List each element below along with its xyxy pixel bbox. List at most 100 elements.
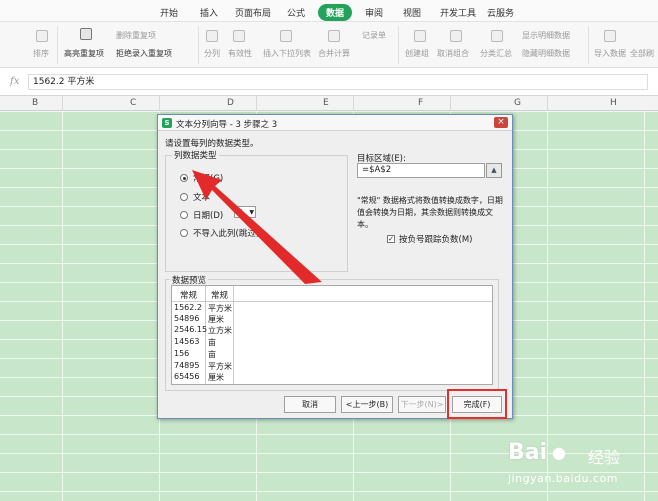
radio-general-button[interactable] xyxy=(180,174,188,182)
tab-formulas[interactable]: 公式 xyxy=(287,6,305,19)
delete-duplicates-button[interactable]: 删除重复项 xyxy=(116,30,156,41)
column-divider xyxy=(256,96,257,111)
formula-input[interactable]: 1562.2 平方米 xyxy=(28,74,648,90)
radio-text-label[interactable]: 文本 xyxy=(193,191,210,203)
radio-skip-button[interactable] xyxy=(180,229,188,237)
tab-cloud-service[interactable]: 云服务 xyxy=(487,6,514,19)
column-header-e[interactable]: E xyxy=(323,98,329,108)
cancel-button[interactable]: 取消 xyxy=(284,396,336,413)
import-data-button[interactable]: 导入数据 xyxy=(594,48,626,59)
create-group-icon xyxy=(414,30,426,42)
highlight-duplicates-icon xyxy=(80,28,92,40)
preview-row: 54896 厘米 xyxy=(172,314,232,325)
preview-row: 1562.2 平方米 xyxy=(172,303,232,314)
sort-icon xyxy=(36,30,48,42)
subtotal-icon xyxy=(491,30,503,42)
preview-cell: 平方米 xyxy=(208,362,232,371)
tab-data[interactable]: 数据 xyxy=(318,4,353,21)
sort-button[interactable]: 排序 xyxy=(33,48,49,59)
column-header-g[interactable]: G xyxy=(514,98,521,108)
target-area-input[interactable]: =$A$2 xyxy=(357,163,485,178)
radio-date[interactable]: 日期(D) xyxy=(180,209,223,221)
tab-insert[interactable]: 插入 xyxy=(200,6,218,19)
split-columns-icon xyxy=(206,30,218,42)
column-header-c[interactable]: C xyxy=(130,98,136,108)
preview-column-divider xyxy=(233,302,234,384)
tab-view[interactable]: 视图 xyxy=(403,6,421,19)
preview-row: 14563 亩 xyxy=(172,337,232,348)
formula-bar: fx 1562.2 平方米 xyxy=(0,68,658,96)
preview-header-cell[interactable]: 常规 xyxy=(180,289,197,301)
dialog-title-bar[interactable]: S 文本分列向导 - 3 步骤之 3 × xyxy=(158,115,512,131)
chevron-down-icon: ▼ xyxy=(249,209,254,216)
subtotal-button[interactable]: 分类汇总 xyxy=(480,48,512,59)
radio-date-button[interactable] xyxy=(180,211,188,219)
radio-general[interactable]: 常规(G) xyxy=(180,172,223,184)
insert-dropdown-button[interactable]: 插入下拉列表 xyxy=(263,48,311,59)
preview-cell: 立方米 xyxy=(208,326,232,335)
date-format-value: Y xyxy=(237,208,242,217)
merge-calc-button[interactable]: 合并计算 xyxy=(318,48,350,59)
highlight-duplicates-button[interactable]: 高亮重复项 xyxy=(64,48,104,59)
radio-general-label[interactable]: 常规(G) xyxy=(193,172,223,184)
close-icon[interactable]: × xyxy=(494,117,508,128)
date-format-select[interactable]: Y ▼ xyxy=(234,206,256,218)
preview-cell: 亩 xyxy=(208,338,216,347)
preview-header-cell[interactable]: 常规 xyxy=(211,289,228,301)
tab-home[interactable]: 开始 xyxy=(160,6,178,19)
tab-page-layout[interactable]: 页面布局 xyxy=(235,6,271,19)
refresh-all-button[interactable]: 全部刷 xyxy=(630,48,654,59)
split-columns-button[interactable]: 分列 xyxy=(204,48,220,59)
back-button[interactable]: <上一步(B) xyxy=(341,396,393,413)
ungroup-icon xyxy=(450,30,462,42)
preview-row: 2546.15 立方米 xyxy=(172,325,232,336)
range-select-icon[interactable]: ▲ xyxy=(486,163,502,178)
toolbar-divider xyxy=(398,26,399,64)
radio-date-label[interactable]: 日期(D) xyxy=(193,209,223,221)
data-preview-table[interactable]: 常规 常规 1562.2 平方米 54896 厘米 2546.15 立方米 14… xyxy=(171,285,493,385)
text-split-wizard-dialog: S 文本分列向导 - 3 步骤之 3 × 请设置每列的数据类型。 列数据类型 常… xyxy=(157,114,513,419)
merge-calc-icon xyxy=(328,30,340,42)
next-button[interactable]: 下一步(N)> xyxy=(398,396,446,413)
preview-cell: 54896 xyxy=(174,314,200,323)
fx-icon[interactable]: fx xyxy=(10,76,19,87)
radio-text-button[interactable] xyxy=(180,193,188,201)
tab-review[interactable]: 审阅 xyxy=(365,6,383,19)
toolbar-divider xyxy=(198,26,199,64)
reject-duplicates-button[interactable]: 拒绝录入重复项 xyxy=(116,48,172,59)
column-header-d[interactable]: D xyxy=(227,98,234,108)
preview-row: 156 亩 xyxy=(172,349,232,360)
preview-row: 74895 平方米 xyxy=(172,361,232,372)
record-form-button[interactable]: 记录单 xyxy=(362,30,386,41)
column-header-f[interactable]: F xyxy=(418,98,423,108)
preview-cell: 156 xyxy=(174,349,190,358)
tab-developer[interactable]: 开发工具 xyxy=(440,6,476,19)
create-group-button[interactable]: 创建组 xyxy=(405,48,429,59)
column-header-b[interactable]: B xyxy=(32,98,38,108)
radio-text[interactable]: 文本 xyxy=(180,191,210,203)
negative-sign-label[interactable]: 按负号跟踪负数(M) xyxy=(399,233,472,245)
ungroup-button[interactable]: 取消组合 xyxy=(437,48,469,59)
hide-detail-button[interactable]: 隐藏明细数据 xyxy=(522,48,570,59)
radio-skip-label[interactable]: 不导入此列(跳过) xyxy=(193,227,259,239)
dialog-title: 文本分列向导 - 3 步骤之 3 xyxy=(176,120,278,130)
column-header-row: B C D E F G H xyxy=(0,96,658,111)
validity-icon xyxy=(233,30,245,42)
negative-sign-checkbox[interactable]: ✓ xyxy=(387,235,395,243)
dialog-prompt: 请设置每列的数据类型。 xyxy=(165,139,259,149)
radio-skip[interactable]: 不导入此列(跳过) xyxy=(180,227,259,239)
preview-cell: 2546.15 xyxy=(174,325,208,334)
preview-cell: 74895 xyxy=(174,361,200,370)
validity-button[interactable]: 有效性 xyxy=(228,48,252,59)
insert-dropdown-icon xyxy=(280,30,292,42)
preview-cell: 厘米 xyxy=(208,373,224,382)
column-type-legend: 列数据类型 xyxy=(172,149,219,161)
preview-row: 65456 厘米 xyxy=(172,372,232,383)
format-description: "常规" 数据格式将数值转换成数字，日期值会转换为日期，其余数据则转换成文本。 xyxy=(357,196,503,229)
preview-cell: 65456 xyxy=(174,372,200,381)
show-detail-button[interactable]: 显示明细数据 xyxy=(522,30,570,41)
preview-cell: 14563 xyxy=(174,337,200,346)
negative-sign-option[interactable]: ✓ 按负号跟踪负数(M) xyxy=(387,233,472,245)
preview-header-row: 常规 常规 xyxy=(172,286,492,302)
column-header-h[interactable]: H xyxy=(610,98,617,108)
